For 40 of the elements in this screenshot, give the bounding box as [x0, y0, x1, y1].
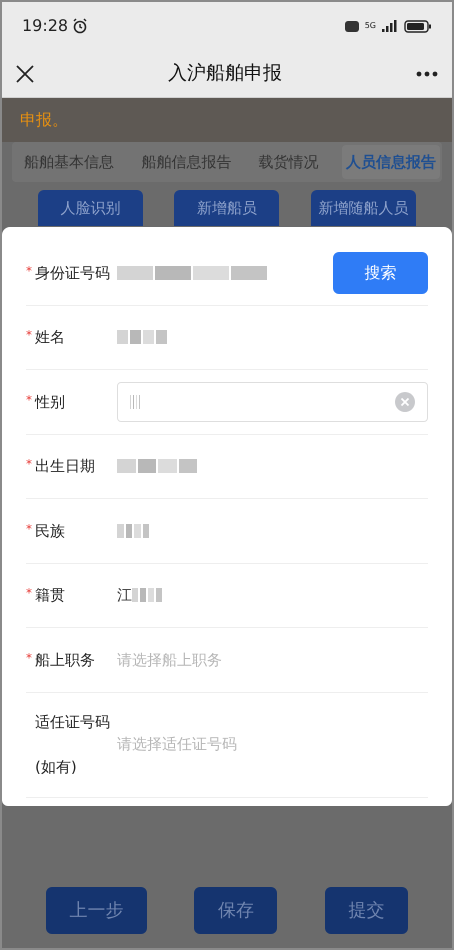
field-value: 江: [117, 585, 132, 606]
required-asterisk: *: [26, 392, 32, 406]
action-button[interactable]: 新增船员: [174, 190, 280, 226]
required-asterisk: *: [26, 650, 32, 664]
clock-time: 19:28: [22, 15, 68, 37]
tab[interactable]: 船舶信息报告: [137, 144, 236, 180]
tab[interactable]: 载货情况: [254, 144, 323, 180]
input-field[interactable]: [117, 382, 428, 422]
footer-button[interactable]: 上一步: [46, 887, 147, 934]
field-label: 船上职务: [35, 650, 95, 670]
required-asterisk: *: [26, 328, 32, 342]
network-label: 5G: [364, 22, 376, 30]
field-label: 适任证号码: [35, 712, 110, 733]
required-asterisk: *: [26, 586, 32, 600]
field-label: 姓名: [35, 327, 65, 348]
search-button[interactable]: 搜索: [333, 252, 428, 294]
more-icon[interactable]: [416, 70, 438, 76]
field-label: 身份证号码: [35, 262, 110, 284]
select-field[interactable]: 请选择船上职务: [117, 648, 222, 671]
close-icon[interactable]: [16, 64, 34, 82]
field-label-note: (如有): [35, 756, 78, 778]
notice-text: 申报。: [20, 109, 68, 131]
action-button[interactable]: 人脸识别: [38, 190, 143, 226]
battery-icon: [404, 20, 432, 32]
required-asterisk: *: [26, 457, 32, 471]
field-label: 出生日期: [35, 456, 95, 477]
required-asterisk: *: [26, 264, 32, 278]
tab[interactable]: 人员信息报告: [342, 144, 440, 180]
required-asterisk: *: [26, 522, 32, 536]
footer-button[interactable]: 提交: [325, 887, 408, 934]
action-button[interactable]: 新增随船人员: [311, 190, 416, 226]
tab[interactable]: 船舶基本信息: [20, 144, 118, 180]
field-label: 民族: [35, 520, 65, 542]
field-label: 籍贯: [35, 585, 65, 606]
alarm-icon: [72, 18, 88, 34]
field-label: 性别: [35, 392, 65, 412]
page-title: 入沪船舶申报: [168, 61, 282, 86]
footer-button[interactable]: 保存: [194, 887, 278, 934]
select-field[interactable]: 请选择适任证号码: [117, 733, 237, 756]
signal-icon: [382, 20, 398, 32]
